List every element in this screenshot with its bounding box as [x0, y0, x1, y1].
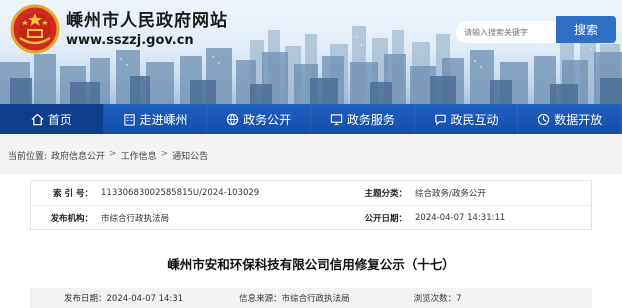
breadcrumb-link[interactable]: 工作信息: [121, 149, 157, 162]
publisher-label: 发布机构：: [50, 213, 93, 224]
article-title: 嵊州市安和环保科技有限公司信用修复公示（十七）: [167, 257, 455, 272]
breadcrumb-separator: >: [109, 149, 117, 159]
index-label: 索 引 号：: [53, 189, 93, 199]
nav-label: 政务公开: [243, 112, 292, 127]
breadcrumb-link[interactable]: 通知公告: [172, 149, 208, 162]
search-input[interactable]: [456, 21, 556, 43]
category-label: 主题分类：: [364, 189, 407, 199]
nav-label: 政民互动: [450, 112, 499, 127]
article-meta-bar: 发布日期：2024-04-07 14:31 信息来源：市综合行政执法局 浏览次数…: [30, 288, 592, 308]
breadcrumb-separator: >: [160, 149, 169, 159]
monitor-icon: [330, 113, 343, 125]
breadcrumb-prefix: 当前位置:: [8, 152, 48, 162]
info-row: 索 引 号： 11330683002585815U/2024-103029 主题…: [31, 181, 591, 205]
publish-date: 发布日期：2024-04-07 14:31: [64, 294, 184, 304]
nav-item-gov-service[interactable]: 政务服务: [311, 104, 415, 134]
data-icon: [538, 113, 550, 125]
globe-icon: [227, 113, 239, 125]
index-value: 11330683002585815U/2024-103029: [101, 188, 260, 198]
home-icon: [31, 113, 44, 125]
nav-item-about[interactable]: 走进嵊州: [104, 104, 208, 134]
main-nav: 首页 走进嵊州 政务公开 政务服务 政民互动 数据开放: [0, 104, 622, 134]
view-count: 浏览次数：7: [413, 294, 462, 304]
publisher-value: 市综合行政执法局: [101, 213, 170, 224]
chat-icon: [434, 114, 446, 125]
nav-label: 政务服务: [346, 112, 395, 127]
nav-label: 首页: [47, 112, 72, 127]
site-url: www.sszzj.gov.cn: [66, 33, 194, 48]
document-info-table: 索 引 号： 11330683002585815U/2024-103029 主题…: [30, 180, 592, 230]
nav-item-gov-open[interactable]: 政务公开: [207, 104, 312, 134]
header-banner: 嵊州市人民政府网站 www.sszzj.gov.cn 搜索: [0, 0, 622, 104]
nav-label: 数据开放: [554, 112, 603, 127]
nav-label: 走进嵊州: [139, 112, 188, 127]
category-value: 综合政务/政务公开: [415, 189, 486, 199]
building-icon: [123, 113, 135, 126]
breadcrumb-link[interactable]: 政府信息公开: [51, 149, 105, 162]
info-source: 信息来源：市综合行政执法局: [239, 294, 350, 304]
site-title: 嵊州市人民政府网站: [66, 11, 228, 31]
nav-item-interaction[interactable]: 政民互动: [415, 104, 519, 134]
nav-item-home[interactable]: 首页: [0, 104, 104, 134]
national-emblem-icon: [10, 4, 60, 54]
info-row: 发布机构： 市综合行政执法局 公开日期： 2024-04-07 14:31:11: [31, 205, 591, 229]
date-value: 2024-04-07 14:31:11: [415, 212, 506, 223]
date-label: 公开日期：: [364, 213, 407, 224]
breadcrumb: 当前位置: 政府信息公开 > 工作信息 > 通知公告: [8, 149, 208, 162]
search-button[interactable]: 搜索: [556, 16, 616, 43]
nav-item-open-data[interactable]: 数据开放: [518, 104, 622, 134]
